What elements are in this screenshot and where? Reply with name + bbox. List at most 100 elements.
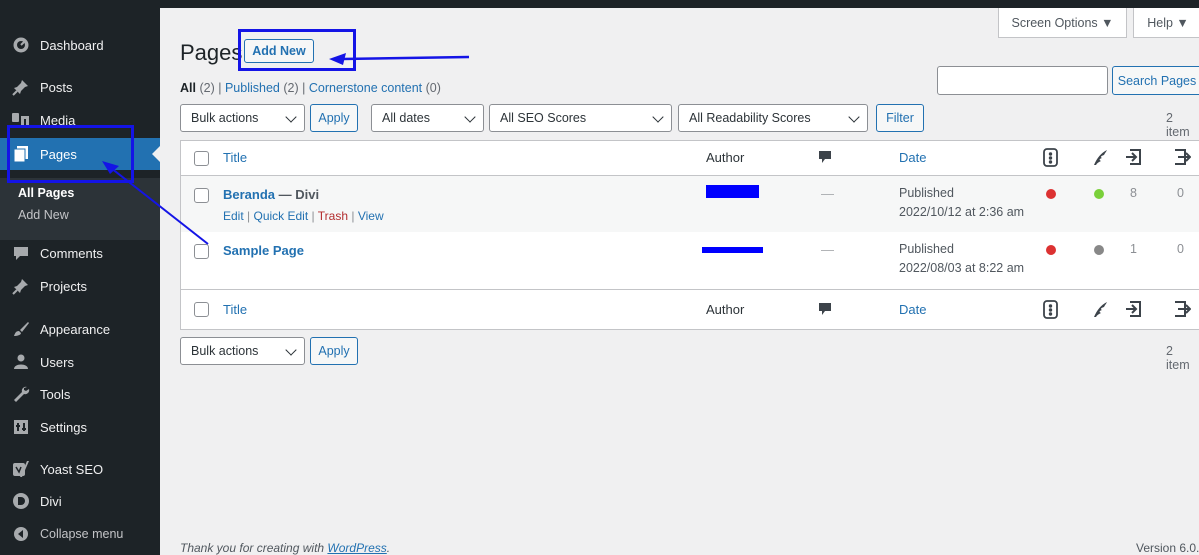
items-count-bottom: 2 item xyxy=(1166,344,1190,372)
submenu-add-new[interactable]: Add New xyxy=(18,208,69,222)
search-pages-button[interactable]: Search Pages xyxy=(1112,66,1199,95)
filter-published[interactable]: Published xyxy=(225,81,280,95)
page-state: — Divi xyxy=(278,187,320,202)
pages-submenu: All Pages Add New xyxy=(0,178,160,240)
incoming-links-count: 0 xyxy=(1177,186,1184,200)
outgoing-links-icon[interactable] xyxy=(1124,147,1142,165)
sidebar-item-posts[interactable]: Posts xyxy=(0,71,160,103)
sidebar-item-comments[interactable]: Comments xyxy=(0,237,160,269)
column-author: Author xyxy=(706,302,745,317)
readability-scores-select[interactable]: All Readability Scores xyxy=(678,104,868,132)
filter-separator: | xyxy=(218,81,222,95)
collapse-icon xyxy=(11,524,31,544)
publish-date: 2022/08/03 at 8:22 am xyxy=(899,261,1025,275)
sidebar-item-label: Projects xyxy=(40,278,87,294)
incoming-links-count: 0 xyxy=(1177,242,1184,256)
column-title[interactable]: Title xyxy=(223,150,247,165)
apply-button[interactable]: Apply xyxy=(310,104,358,132)
screen-options-button[interactable]: Screen Options ▼ xyxy=(998,8,1127,38)
publish-status: Published xyxy=(899,186,954,200)
sidebar-item-users[interactable]: Users xyxy=(0,346,160,378)
wrench-icon xyxy=(11,384,31,404)
redacted-author[interactable] xyxy=(702,247,763,253)
yoast-icon xyxy=(11,459,31,479)
action-separator: | xyxy=(247,209,251,223)
sidebar-item-label: Collapse menu xyxy=(40,527,124,541)
incoming-links-icon[interactable] xyxy=(1171,147,1192,165)
readability-icon[interactable] xyxy=(1091,149,1109,167)
sidebar-item-settings[interactable]: Settings xyxy=(0,411,160,443)
readability-icon[interactable] xyxy=(1091,301,1109,319)
incoming-links-icon[interactable] xyxy=(1171,299,1192,317)
sidebar-item-label: Dashboard xyxy=(40,37,104,53)
bulk-actions-select-bottom[interactable]: Bulk actions xyxy=(180,337,305,365)
sidebar-item-label: Users xyxy=(40,354,74,370)
trash-link[interactable]: Trash xyxy=(318,209,348,223)
sidebar-item-label: Comments xyxy=(40,245,103,261)
sidebar-item-tools[interactable]: Tools xyxy=(0,378,160,410)
seo-scores-value: All SEO Scores xyxy=(500,111,587,125)
chevron-down-icon xyxy=(285,111,297,123)
users-icon xyxy=(11,352,31,372)
seo-score-icon[interactable] xyxy=(1042,300,1060,319)
search-input[interactable] xyxy=(937,66,1108,95)
comment-icon[interactable] xyxy=(817,301,835,319)
filter-button[interactable]: Filter xyxy=(876,104,924,132)
filter-cornerstone[interactable]: Cornerstone content xyxy=(309,81,422,95)
column-date[interactable]: Date xyxy=(899,302,926,317)
select-all-checkbox[interactable] xyxy=(194,302,209,317)
chevron-down-icon xyxy=(464,111,476,123)
page-title-link[interactable]: Beranda — Divi xyxy=(223,187,319,202)
help-button[interactable]: Help ▼ xyxy=(1133,8,1199,38)
outgoing-links-count: 8 xyxy=(1130,186,1137,200)
bulk-actions-value: Bulk actions xyxy=(191,344,259,358)
seo-score-icon[interactable] xyxy=(1042,148,1060,167)
table-header-row: Title Author Date xyxy=(181,141,1199,175)
column-date[interactable]: Date xyxy=(899,150,926,165)
edit-link[interactable]: Edit xyxy=(223,209,244,223)
footer-thanks: Thank you for creating with WordPress. xyxy=(180,541,390,555)
sidebar-item-label: Tools xyxy=(40,386,71,402)
divi-icon xyxy=(11,491,31,511)
row-checkbox[interactable] xyxy=(194,244,209,259)
dates-select[interactable]: All dates xyxy=(371,104,484,132)
brush-icon xyxy=(11,319,31,339)
sidebar-item-dashboard[interactable]: Dashboard xyxy=(0,29,160,61)
publish-status: Published xyxy=(899,242,954,256)
page-title-text[interactable]: Beranda xyxy=(223,187,275,202)
wordpress-link[interactable]: WordPress xyxy=(327,541,386,555)
outgoing-links-icon[interactable] xyxy=(1124,299,1142,317)
outgoing-links-count: 1 xyxy=(1130,242,1137,256)
column-title[interactable]: Title xyxy=(223,302,247,317)
select-all-checkbox[interactable] xyxy=(194,151,209,166)
quick-edit-link[interactable]: Quick Edit xyxy=(254,209,309,223)
chevron-down-icon xyxy=(652,111,664,123)
sidebar-item-projects[interactable]: Projects xyxy=(0,270,160,302)
sidebar-item-label: Appearance xyxy=(40,321,111,337)
dashboard-icon xyxy=(11,35,31,55)
sidebar-item-divi[interactable]: Divi xyxy=(0,485,160,517)
submenu-all-pages[interactable]: All Pages xyxy=(18,186,74,200)
view-link[interactable]: View xyxy=(358,209,384,223)
sidebar-item-appearance[interactable]: Appearance xyxy=(0,313,160,345)
seo-scores-select[interactable]: All SEO Scores xyxy=(489,104,672,132)
pin-icon xyxy=(11,77,31,97)
comment-icon[interactable] xyxy=(817,149,835,167)
action-separator: | xyxy=(311,209,315,223)
row-checkbox[interactable] xyxy=(194,188,209,203)
admin-top-bar xyxy=(0,0,1199,8)
date-cell: Published 2022/08/03 at 8:22 am xyxy=(899,240,1024,278)
bulk-actions-select[interactable]: Bulk actions xyxy=(180,104,305,132)
sidebar-item-yoast-seo[interactable]: Yoast SEO xyxy=(0,453,160,485)
filter-all[interactable]: All xyxy=(180,81,196,95)
apply-button-bottom[interactable]: Apply xyxy=(310,337,358,365)
table-row: Sample Page — Published 2022/08/03 at 8:… xyxy=(181,232,1199,288)
bulk-actions-value: Bulk actions xyxy=(191,111,259,125)
redacted-author[interactable] xyxy=(706,185,759,198)
readability-score-dot xyxy=(1094,245,1104,255)
date-cell: Published 2022/10/12 at 2:36 am xyxy=(899,184,1024,222)
collapse-menu-button[interactable]: Collapse menu xyxy=(0,518,160,550)
readability-score-dot xyxy=(1094,189,1104,199)
page-title-link[interactable]: Sample Page xyxy=(223,243,304,258)
seo-score-dot xyxy=(1046,245,1056,255)
